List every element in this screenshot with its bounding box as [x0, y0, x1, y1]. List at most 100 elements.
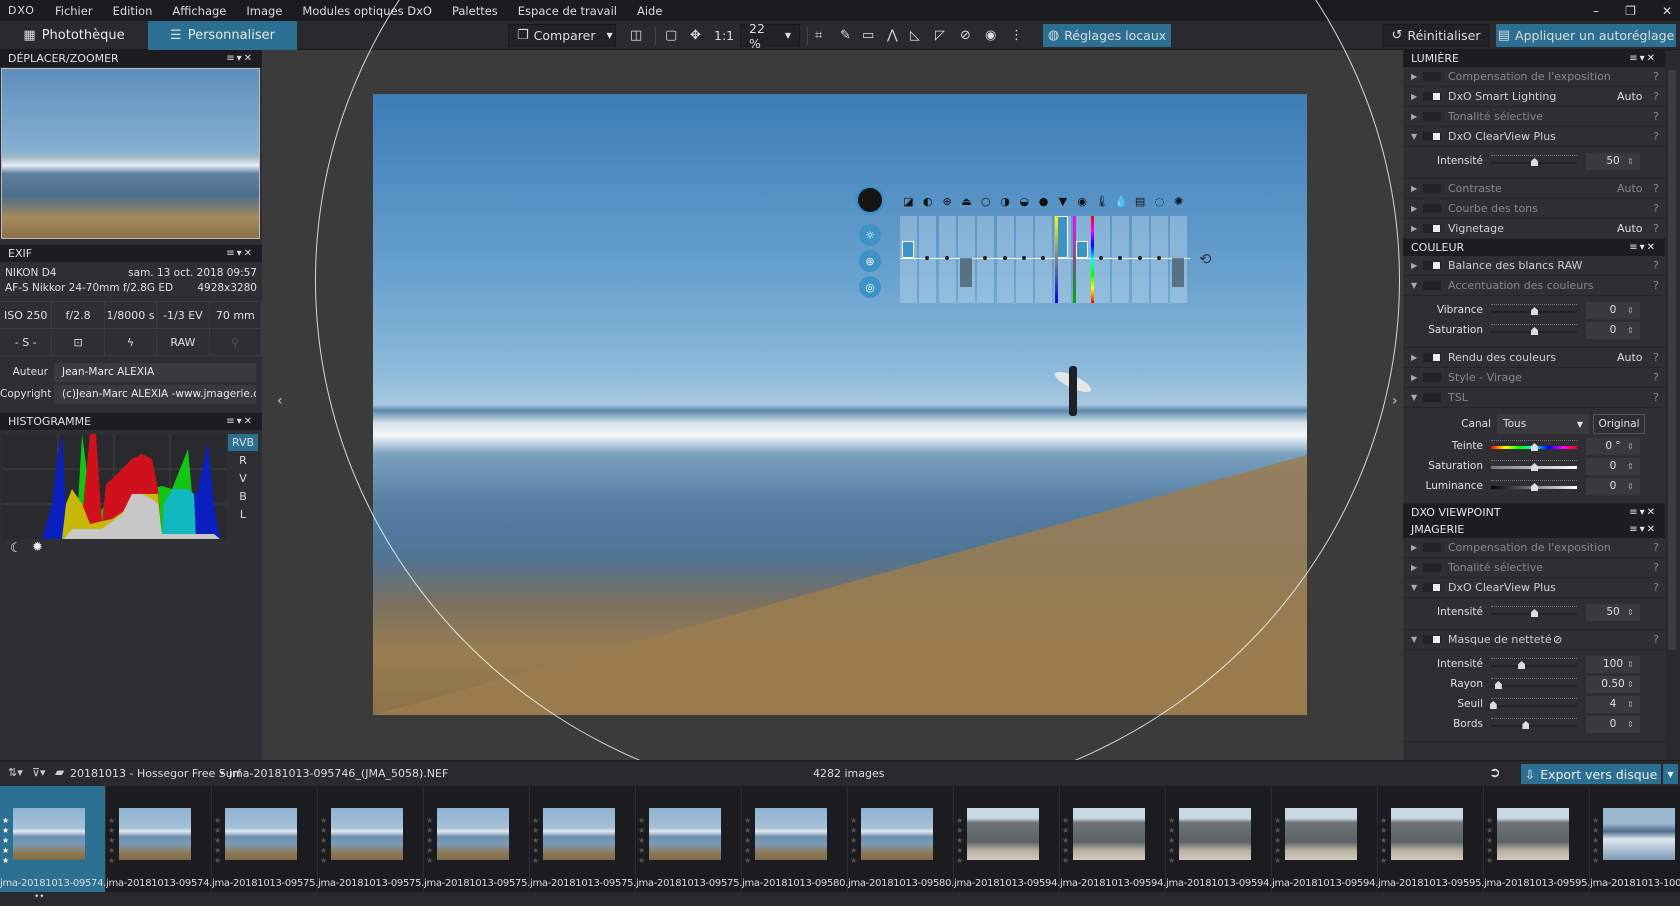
correction-toggle[interactable] [1423, 184, 1441, 193]
slider-handle[interactable] [1489, 701, 1497, 709]
sharpness-icon[interactable]: ✺ [1172, 195, 1185, 208]
help-icon[interactable]: ? [1647, 279, 1665, 292]
expand-right-icon[interactable]: ▶ [1411, 353, 1423, 362]
section-header[interactable]: LUMIÈRE ≡▾✕ [1403, 50, 1665, 67]
expand-right-icon[interactable]: ▶ [1411, 72, 1423, 81]
spinner-icon[interactable]: ⇕ [1627, 306, 1634, 315]
rating-stars[interactable]: ★ ★ ★ ★ ★ [956, 816, 963, 866]
correction-toggle[interactable] [1423, 563, 1441, 572]
filter-icon[interactable]: ⊽▾ [32, 766, 46, 779]
help-icon[interactable]: ? [1647, 202, 1665, 215]
reset-local-icon[interactable]: ⟲ [1199, 250, 1212, 268]
filmstrip-thumbnail[interactable]: ★ ★ ★ ★ ★ jma-20181013-09594... [954, 786, 1060, 892]
filmstrip-thumbnail[interactable]: ★ ★ ★ ★ ★ jma-20181013-09595... [1484, 786, 1590, 892]
slider-handle[interactable] [1531, 443, 1538, 451]
filmstrip-thumbnail[interactable]: ★ ★ ★ ★ ★ jma-20181013-09594... [1166, 786, 1272, 892]
panel-menu-icon[interactable]: ≡▾✕ [226, 248, 254, 259]
image-viewer[interactable]: ‹ › [262, 0, 1403, 805]
help-icon[interactable]: ? [1647, 222, 1665, 235]
rating-stars[interactable]: ★ ★ ★ ★ ★ [1486, 816, 1493, 866]
correction-toggle[interactable] [1423, 353, 1441, 362]
correction-row[interactable]: ▶ Style - Virage? [1403, 368, 1665, 388]
highlights-icon[interactable]: ◒ [1018, 195, 1031, 208]
shadow-clipping-icon[interactable]: ☾ [10, 541, 22, 556]
spinner-icon[interactable]: ⇕ [1627, 442, 1634, 451]
rating-stars[interactable]: ★ ★ ★ ★ ★ [426, 816, 433, 866]
export-button[interactable]: ⇩ Export vers disque [1521, 764, 1661, 784]
right-scrollbar[interactable] [1665, 50, 1680, 760]
filmstrip-thumbnail[interactable]: ★ ★ ★ ★ ★ jma-20181013-09594... [1060, 786, 1166, 892]
spinner-icon[interactable]: ⇕ [1627, 482, 1634, 491]
correction-row[interactable]: ▶ DxO Smart Lighting Auto? [1403, 87, 1665, 107]
temperature-icon[interactable]: 🌡 [1095, 195, 1109, 208]
section-header[interactable]: JMAGERIE ≡▾✕ [1403, 521, 1665, 538]
highlight-clipping-icon[interactable]: ✹ [32, 540, 43, 555]
rating-stars[interactable]: ★ ★ ★ ★ ★ [108, 816, 115, 866]
help-icon[interactable]: ? [1647, 90, 1665, 103]
expand-right-icon[interactable]: ▶ [1411, 224, 1423, 233]
correction-toggle[interactable] [1423, 92, 1441, 101]
rating-stars[interactable]: ★ ★ ★ ★ ★ [638, 816, 645, 866]
rating-stars[interactable]: ★ ★ ★ ★ ★ [1062, 816, 1069, 866]
panel-menu-icon[interactable]: ≡▾✕ [1629, 53, 1657, 64]
correction-toggle[interactable] [1423, 373, 1441, 382]
help-icon[interactable]: ? [1647, 633, 1665, 646]
correction-toggle[interactable] [1423, 583, 1441, 592]
spinner-icon[interactable]: ⇕ [1627, 660, 1634, 669]
rating-stars[interactable]: ★ ★ ★ ★ ★ [1592, 816, 1599, 866]
correction-toggle[interactable] [1423, 132, 1441, 141]
apply-preset-button[interactable]: ▤ Appliquer un autoréglage [1496, 24, 1676, 47]
saturation-icon[interactable]: ◌ [1153, 195, 1166, 208]
section-header[interactable]: COULEUR ≡▾✕ [1403, 239, 1665, 256]
vibrance-icon[interactable]: ▤ [1134, 195, 1147, 208]
filmstrip-thumbnail[interactable]: ★ ★ ★ ★ ★ jma-20181013-09595... [1378, 786, 1484, 892]
filmstrip-thumbnail[interactable]: ★ ★ ★ ★ ★ jma-20181013-09575... [424, 786, 530, 892]
rating-stars[interactable]: ★ ★ ★ ★ ★ [532, 816, 539, 866]
expand-down-icon[interactable]: ▼ [1411, 635, 1423, 644]
microcontrast-icon[interactable]: ⊕ [941, 195, 954, 208]
close-button[interactable]: ✕ [1662, 4, 1672, 18]
slider-handle[interactable] [1531, 307, 1538, 315]
slider-track[interactable] [1491, 718, 1577, 730]
scrollbar-thumb[interactable] [1668, 70, 1676, 650]
slider-handle[interactable] [1531, 158, 1538, 166]
expand-down-icon[interactable]: ▼ [1411, 583, 1423, 592]
local-adjust-bar[interactable] [1075, 241, 1088, 258]
thumbnail-size-handle[interactable]: •• [34, 892, 45, 902]
histogram-channel-r[interactable]: R [228, 452, 258, 469]
local-adjust-column[interactable] [1073, 216, 1091, 303]
detail-mode-icon[interactable]: ◎ [859, 276, 881, 298]
help-icon[interactable]: ? [1647, 182, 1665, 195]
expand-right-icon[interactable]: ▶ [1411, 112, 1423, 121]
expand-right-icon[interactable]: ▶ [1411, 543, 1423, 552]
color-mode-icon[interactable]: ⊛ [859, 250, 881, 272]
expand-right-icon[interactable]: ▶ [1411, 92, 1423, 101]
local-adjust-bar[interactable] [1056, 216, 1069, 258]
collapse-right-icon[interactable]: › [1392, 393, 1398, 409]
author-field[interactable]: Jean-Marc ALEXIA [54, 362, 256, 382]
expand-right-icon[interactable]: ▶ [1411, 261, 1423, 270]
brightness-mode-icon[interactable]: ☼ [859, 224, 881, 246]
slider-track[interactable] [1489, 698, 1577, 710]
local-adjust-column[interactable] [900, 216, 917, 303]
tab-personnaliser[interactable]: ☰ Personnaliser [148, 21, 297, 50]
minimize-button[interactable]: – [1593, 4, 1599, 18]
navigator-preview[interactable] [1, 68, 260, 239]
histogram-channel-v[interactable]: V [228, 470, 258, 487]
expand-down-icon[interactable]: ▼ [1411, 132, 1423, 141]
shadows-icon[interactable]: ○ [979, 195, 992, 208]
slider-track[interactable] [1491, 606, 1577, 618]
menu-edition[interactable]: Edition [103, 4, 163, 18]
filmstrip-thumbnail[interactable]: ★ ★ ★ ★ ★ jma-20181013-09575... [318, 786, 424, 892]
help-icon[interactable]: ? [1647, 561, 1665, 574]
panel-menu-icon[interactable]: ≡▾✕ [226, 53, 254, 64]
restore-button[interactable]: ❐ [1625, 4, 1636, 18]
help-icon[interactable]: ? [1647, 110, 1665, 123]
section-header[interactable]: DXO VIEWPOINT ≡▾✕ [1403, 504, 1665, 521]
correction-toggle[interactable] [1423, 261, 1441, 270]
rating-stars[interactable]: ★ ★ ★ ★ ★ [214, 816, 221, 866]
slider-handle[interactable] [1531, 609, 1538, 617]
menu-image[interactable]: Image [236, 4, 292, 18]
histogram-channel-rvb[interactable]: RVB [228, 434, 258, 451]
panel-menu-icon[interactable]: ≡▾✕ [226, 416, 254, 427]
